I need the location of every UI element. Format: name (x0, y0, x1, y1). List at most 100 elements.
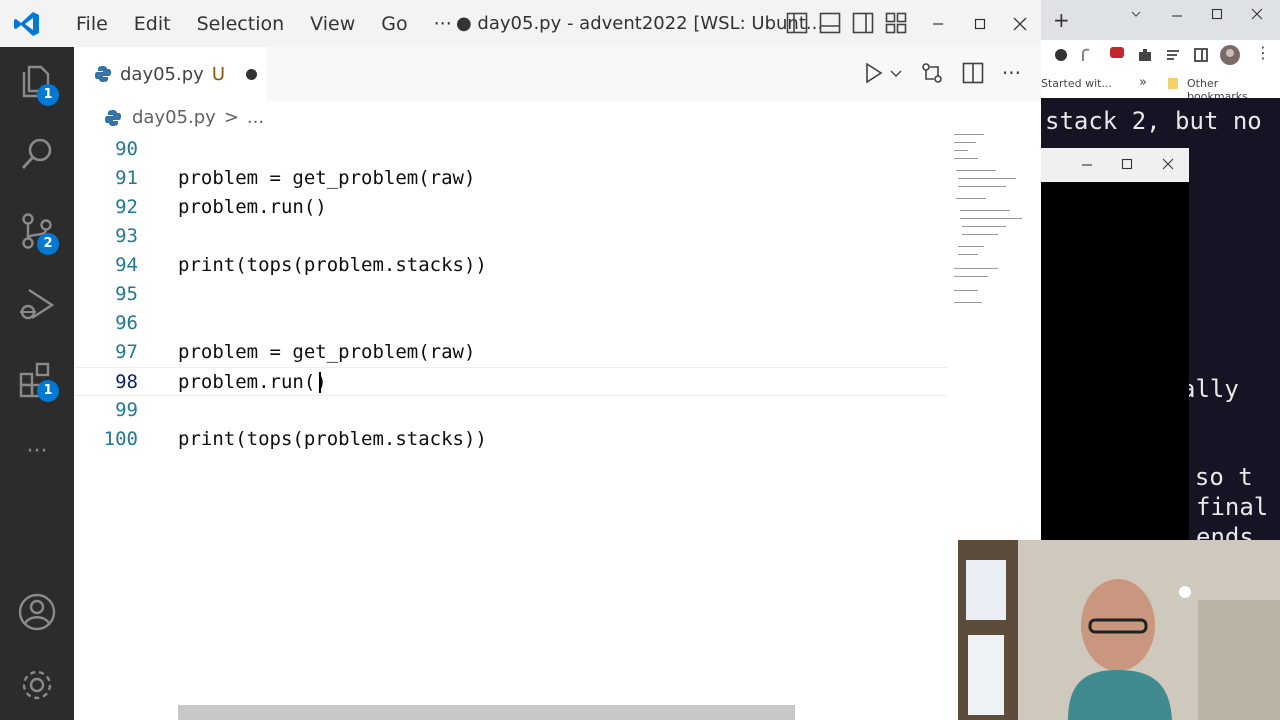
more-actions-button[interactable]: ··· (1002, 61, 1021, 85)
activity-search[interactable] (17, 134, 57, 174)
minimap-line (958, 254, 978, 255)
code-editor[interactable]: 90 91 problem = get_problem(raw) 92 proble… (74, 134, 948, 720)
editor-actions: ··· (864, 61, 1021, 85)
toggle-primary-sidebar-icon[interactable] (786, 12, 808, 34)
menu-selection[interactable]: Selection (184, 13, 298, 35)
scm-badge: 2 (37, 233, 59, 255)
menu-edit[interactable]: Edit (121, 13, 184, 35)
untracked-indicator: U (211, 63, 225, 85)
vscode-window: File Edit Selection View Go ··· ● day05.… (0, 0, 1041, 720)
activity-source-control[interactable]: 2 (17, 211, 59, 255)
minimize-icon[interactable] (1081, 159, 1093, 171)
terminal-line: stack 2, but no (1045, 107, 1262, 135)
terminal-line: ally (1181, 375, 1239, 403)
minimize-icon[interactable] (1171, 10, 1183, 22)
menu-view[interactable]: View (297, 13, 368, 35)
breadcrumb-symbol[interactable]: ... (247, 107, 264, 128)
tab-day05[interactable]: day05.py U (74, 47, 266, 101)
extension-icon[interactable] (1081, 47, 1091, 63)
line-number: 95 (115, 283, 138, 305)
line-number: 93 (115, 225, 138, 247)
close-icon[interactable] (1162, 158, 1174, 170)
line-number: 94 (115, 254, 138, 276)
line-code: problem = get_problem(raw) (178, 167, 476, 189)
side-panel-icon[interactable] (1193, 47, 1209, 63)
line-code: print(tops(problem.stacks)) (178, 254, 487, 276)
new-tab-button[interactable]: + (1053, 8, 1070, 32)
customize-layout-icon[interactable] (885, 12, 907, 34)
run-python-file-icon[interactable] (864, 62, 884, 84)
line-number: 99 (115, 399, 138, 421)
toggle-secondary-sidebar-icon[interactable] (852, 12, 874, 34)
terminal-line: final (1196, 493, 1269, 521)
browser-tab-strip: + (1041, 0, 1280, 40)
unsaved-dot-icon[interactable] (246, 68, 257, 80)
minimap-line (954, 268, 998, 269)
reading-list-icon[interactable] (1165, 47, 1181, 63)
minimap-line (954, 276, 988, 277)
code-line: 92 problem.run() (74, 193, 948, 222)
tab-search-chevron-icon[interactable] (1131, 9, 1141, 19)
breadcrumb-separator: > (223, 107, 239, 128)
activity-manage[interactable] (17, 665, 57, 705)
run-debug-icon (20, 288, 55, 320)
code-line: 99 (74, 396, 948, 425)
horizontal-scrollbar[interactable] (178, 705, 795, 720)
puzzle-icon[interactable] (1137, 47, 1153, 63)
python-file-icon (105, 109, 121, 126)
bookmark-item[interactable]: Started wit... (1041, 77, 1112, 90)
activity-run-debug[interactable] (17, 285, 57, 325)
webcam-image (958, 540, 1280, 720)
overlay-window-titlebar (1041, 148, 1189, 182)
line-code: print(tops(problem.stacks)) (178, 428, 487, 450)
extension-icon[interactable] (1109, 46, 1125, 62)
line-number: 92 (115, 196, 138, 218)
menu-file[interactable]: File (63, 13, 121, 35)
overlay-window (1041, 148, 1189, 548)
menu-go[interactable]: Go (368, 13, 420, 35)
browser-menu-icon[interactable]: ⋮ (1255, 43, 1271, 62)
activity-more[interactable]: ··· (17, 432, 57, 472)
bookmarks-overflow[interactable]: » (1139, 75, 1147, 90)
gear-icon (22, 670, 52, 700)
current-code-line: 98 problem.run() (74, 367, 948, 396)
line-number: 90 (115, 138, 138, 160)
minimap-line (962, 226, 1006, 227)
minimap-line (960, 210, 1010, 211)
minimap-line (962, 234, 998, 235)
line-code: problem = get_problem(raw) (178, 341, 476, 363)
code-line: 96 (74, 309, 948, 338)
extension-icon[interactable] (1053, 47, 1069, 63)
open-changes-icon[interactable] (920, 61, 944, 85)
browser-toolbar: ⋮ (1041, 40, 1280, 70)
editor-tab-row: day05.py U ··· (74, 47, 1041, 101)
maximize-button[interactable] (959, 0, 1001, 47)
minimap-line (956, 198, 986, 199)
folder-icon (1168, 78, 1178, 89)
profile-avatar[interactable] (1219, 44, 1241, 66)
maximize-icon[interactable] (1211, 8, 1223, 20)
python-file-icon (95, 66, 111, 82)
minimize-icon (933, 22, 943, 25)
line-number: 97 (115, 341, 138, 363)
vscode-logo-icon[interactable] (13, 10, 41, 38)
split-editor-icon[interactable] (962, 62, 984, 84)
activity-extensions[interactable]: 1 (17, 360, 59, 402)
maximize-icon[interactable] (1121, 158, 1133, 170)
toggle-panel-icon[interactable] (819, 12, 841, 34)
maximize-icon (974, 18, 986, 29)
breadcrumb-file[interactable]: day05.py (132, 107, 216, 128)
minimize-button[interactable] (917, 0, 959, 47)
code-line: 100 print(tops(problem.stacks)) (74, 425, 948, 454)
minimap-line (954, 150, 968, 151)
chevron-down-icon[interactable] (890, 67, 902, 79)
code-line: 94 print(tops(problem.stacks)) (74, 251, 948, 280)
close-window-button[interactable] (999, 0, 1041, 47)
activity-explorer[interactable]: 1 (17, 61, 59, 106)
activity-accounts[interactable] (17, 592, 57, 632)
close-icon[interactable] (1251, 8, 1263, 20)
line-number: 100 (103, 428, 138, 450)
code-line: 93 (74, 222, 948, 251)
minimap-line (958, 246, 984, 247)
code-line: 95 (74, 280, 948, 309)
